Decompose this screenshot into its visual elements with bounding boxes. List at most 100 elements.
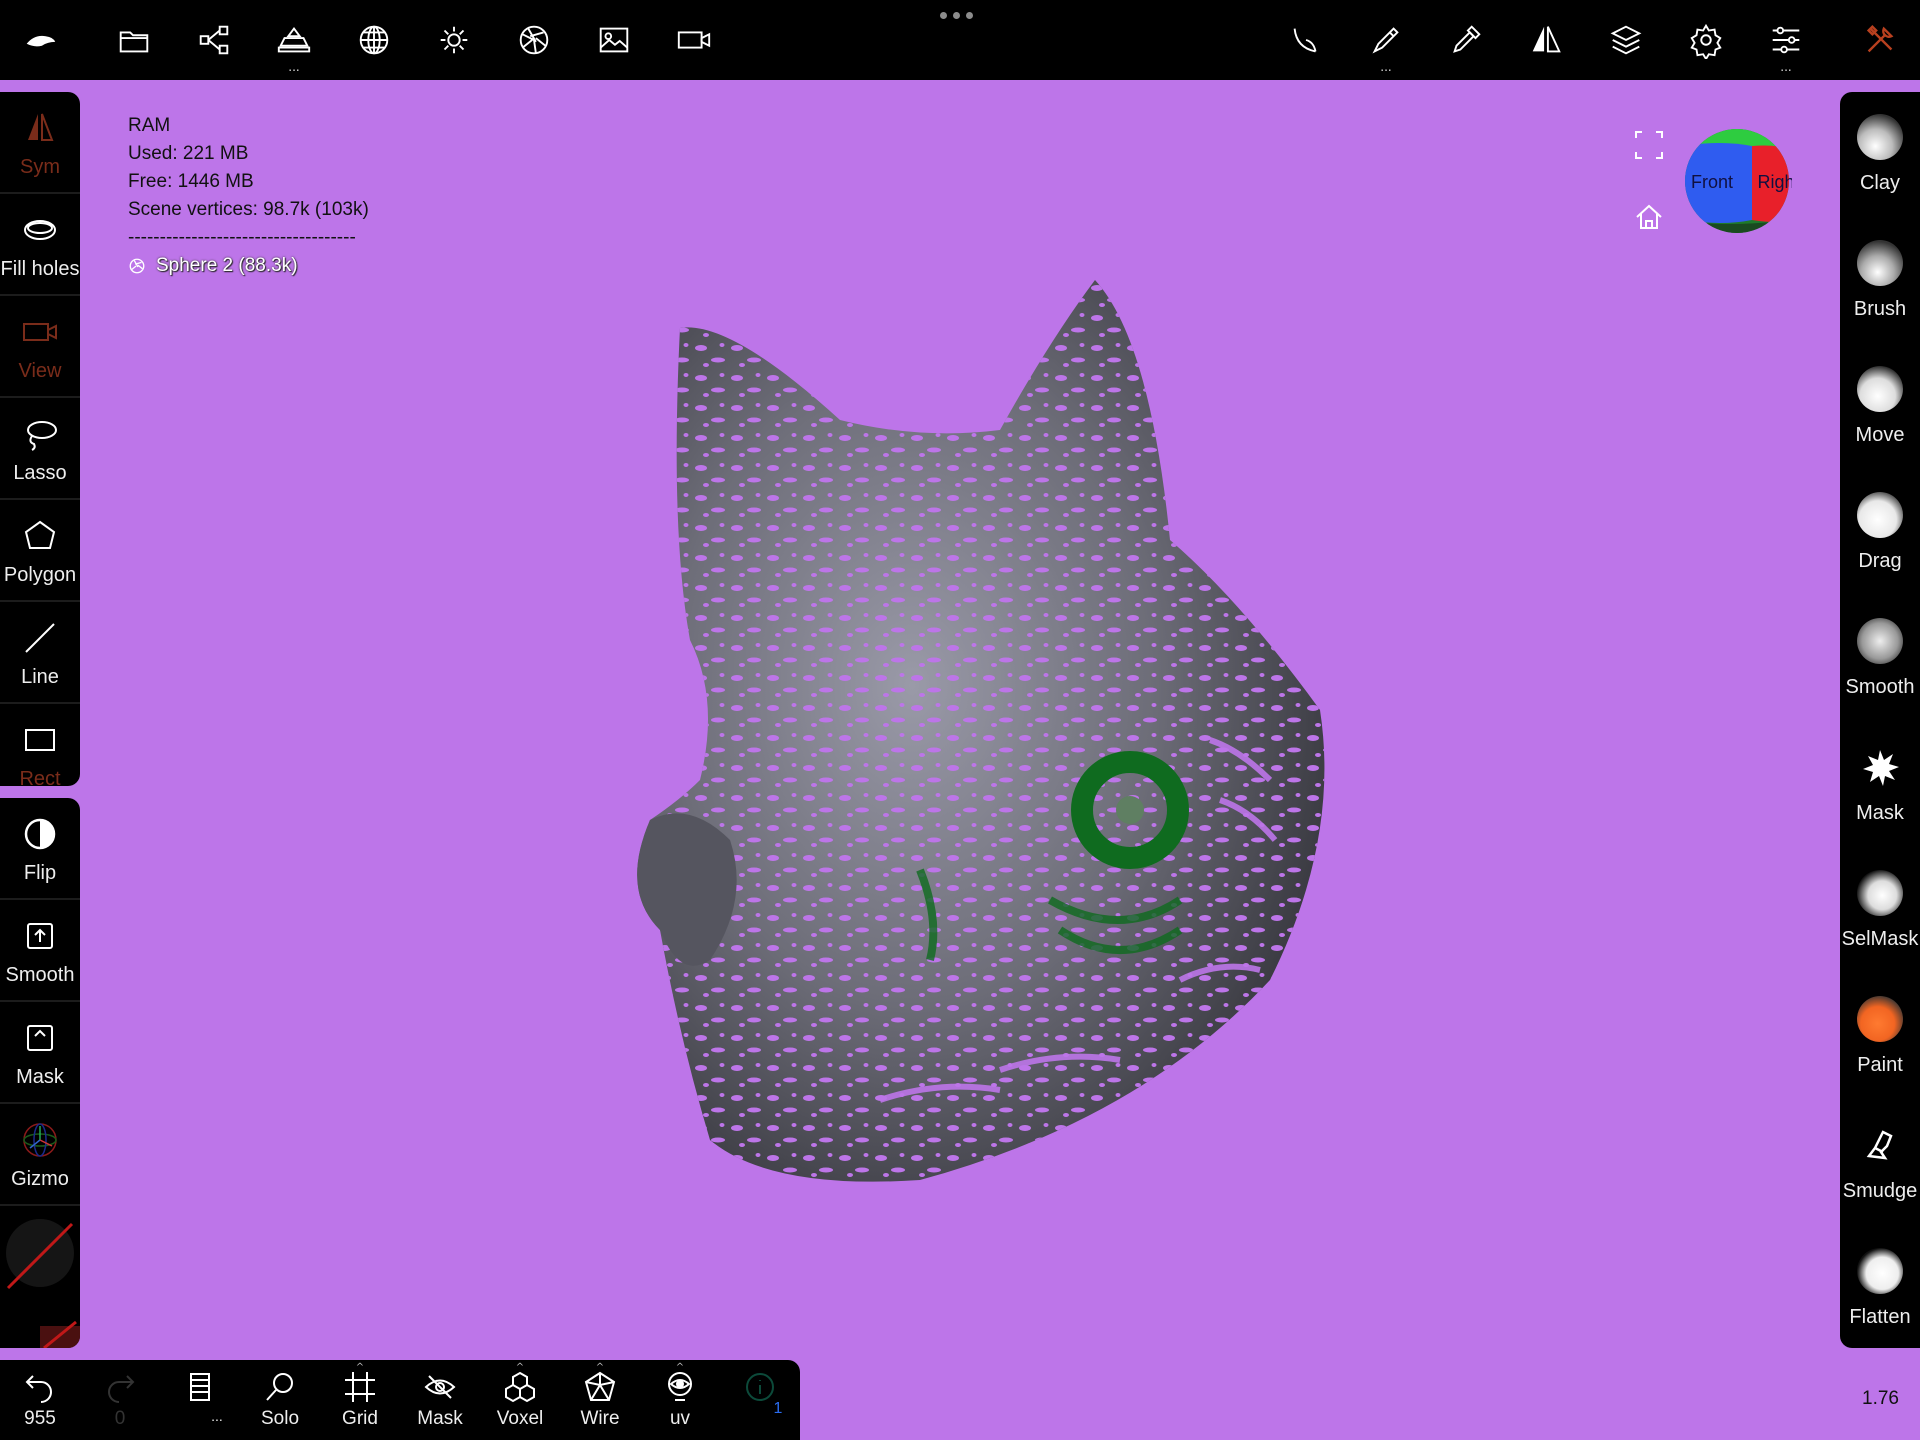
move-icon	[1857, 366, 1903, 412]
brush-selmask[interactable]: SelMask	[1840, 848, 1920, 974]
brush-drag[interactable]: Drag	[1840, 470, 1920, 596]
info-separator: ------------------------------------	[128, 227, 356, 248]
brush-icon	[1857, 240, 1903, 286]
line-icon	[25, 623, 55, 653]
scene-graph-icon[interactable]	[186, 14, 242, 66]
voxel-button[interactable]: ^ Voxel	[482, 1362, 558, 1438]
selmask-icon	[1857, 870, 1903, 916]
settings-icon[interactable]	[1678, 14, 1734, 66]
lens-icon[interactable]	[506, 14, 562, 66]
material-icon[interactable]: ...	[266, 14, 322, 73]
smooth-mask-icon	[27, 923, 53, 949]
paint-icon	[1857, 996, 1903, 1042]
symmetry-icon	[28, 113, 54, 141]
logo-icon[interactable]	[12, 14, 68, 66]
tool-view[interactable]: View	[0, 296, 80, 398]
lasso-icon	[27, 421, 57, 451]
undo-button[interactable]: 955	[2, 1370, 78, 1438]
frame-icon[interactable]	[1632, 128, 1666, 162]
option-mask[interactable]: Mask	[0, 1002, 80, 1104]
view-cube-front-label: Front	[1691, 172, 1733, 192]
zoom-level: 1.76	[1862, 1388, 1899, 1409]
option-smooth[interactable]: Smooth	[0, 900, 80, 1002]
drag-handle[interactable]	[940, 12, 973, 19]
home-icon[interactable]	[1632, 200, 1666, 234]
tool-fill-holes[interactable]: Fill holes	[0, 194, 80, 296]
stroke-icon[interactable]	[1278, 14, 1334, 66]
scene-vertices: Scene vertices: 98.7k (103k)	[128, 199, 369, 220]
right-brush-panel: Clay Brush Move Drag Smooth Mask SelMask…	[1840, 92, 1920, 1348]
mask-icon	[27, 1025, 53, 1051]
brush-move[interactable]: Move	[1840, 344, 1920, 470]
folder-icon[interactable]	[106, 14, 162, 66]
mesh-item[interactable]: Sphere 2 (88.3k)	[128, 252, 369, 280]
left-tool-panel: Sym Fill holes View Lasso Polygon Line R…	[0, 92, 80, 786]
picker-icon[interactable]	[1438, 14, 1494, 66]
tools-icon[interactable]	[1852, 14, 1908, 66]
voxel-icon	[505, 1371, 535, 1403]
undo-count: 955	[24, 1408, 56, 1429]
redo-button[interactable]: 0	[82, 1370, 158, 1438]
camera-icon[interactable]	[666, 14, 722, 66]
grid-button[interactable]: ^ Grid	[322, 1362, 398, 1438]
redo-count: 0	[114, 1408, 126, 1429]
light-icon[interactable]	[426, 14, 482, 66]
brush-flatten[interactable]: Flatten	[1840, 1226, 1920, 1348]
brush-mask[interactable]: Mask	[1840, 722, 1920, 848]
option-gizmo[interactable]: Gizmo	[0, 1104, 80, 1206]
flatten-icon	[1857, 1248, 1903, 1294]
alpha-preview[interactable]	[40, 1316, 80, 1348]
tool-sym[interactable]: Sym	[0, 92, 80, 194]
book-icon	[190, 1373, 210, 1401]
polygon-icon	[24, 520, 56, 549]
brush-smudge[interactable]: Smudge	[1840, 1100, 1920, 1226]
eye-icon	[668, 1372, 692, 1401]
magnifier-icon	[266, 1373, 293, 1401]
tool-rect[interactable]: Rect	[0, 704, 80, 786]
matcap-sphere-icon[interactable]	[346, 14, 402, 66]
brush-paint[interactable]: Paint	[1840, 974, 1920, 1100]
rect-icon	[25, 729, 55, 751]
brush-brush[interactable]: Brush	[1840, 218, 1920, 344]
tool-lasso[interactable]: Lasso	[0, 398, 80, 500]
info-button[interactable]: 1	[722, 1370, 798, 1438]
view-cube[interactable]: Front Righ	[1682, 128, 1792, 234]
top-toolbar: ... ... ...	[0, 0, 1920, 80]
fill-holes-icon	[24, 220, 56, 240]
ram-title: RAM	[128, 115, 171, 136]
brush-settings-icon[interactable]: ...	[1358, 14, 1414, 73]
sculpt-mesh[interactable]	[620, 280, 1360, 1200]
clay-icon	[1857, 114, 1903, 160]
ram-free: Free: 1446 MB	[128, 171, 254, 192]
mask-visibility-button[interactable]: Mask	[402, 1370, 478, 1438]
symmetry-icon[interactable]	[1518, 14, 1574, 66]
sliders-icon[interactable]: ...	[1758, 14, 1814, 73]
left-option-panel: Flip Smooth Mask Gizmo	[0, 798, 80, 1348]
tool-polygon[interactable]: Polygon	[0, 500, 80, 602]
history-button[interactable]: ...	[162, 1370, 238, 1438]
wire-button[interactable]: ^ Wire	[562, 1362, 638, 1438]
solo-button[interactable]: Solo	[242, 1370, 318, 1438]
ram-used: Used: 221 MB	[128, 143, 249, 164]
undo-icon	[25, 1375, 52, 1403]
tool-line[interactable]: Line	[0, 602, 80, 704]
scene-info: RAM Used: 221 MB Free: 1446 MB Scene ver…	[128, 112, 369, 280]
wire-icon	[584, 1371, 616, 1401]
uv-button[interactable]: ^ uv	[642, 1362, 718, 1438]
option-flip[interactable]: Flip	[0, 798, 80, 900]
view-cube-right-label: Righ	[1757, 172, 1792, 192]
sphere-icon	[129, 258, 145, 274]
brush-smooth[interactable]: Smooth	[1840, 596, 1920, 722]
grid-icon	[345, 1372, 375, 1402]
layers-icon[interactable]	[1598, 14, 1654, 66]
bottom-toolbar: 955 0 ... Solo ^ Grid Mask ^ Voxel ^ Wir…	[0, 1360, 800, 1440]
mask-splat-icon	[1863, 750, 1899, 786]
image-icon[interactable]	[586, 14, 642, 66]
smudge-icon	[1866, 1130, 1893, 1160]
stroke-preview[interactable]	[0, 1208, 80, 1298]
flip-icon	[24, 818, 56, 850]
brush-clay[interactable]: Clay	[1840, 92, 1920, 218]
drag-icon	[1857, 492, 1903, 538]
info-icon	[746, 1373, 774, 1401]
mesh-name: Sphere 2 (88.3k)	[156, 255, 298, 276]
